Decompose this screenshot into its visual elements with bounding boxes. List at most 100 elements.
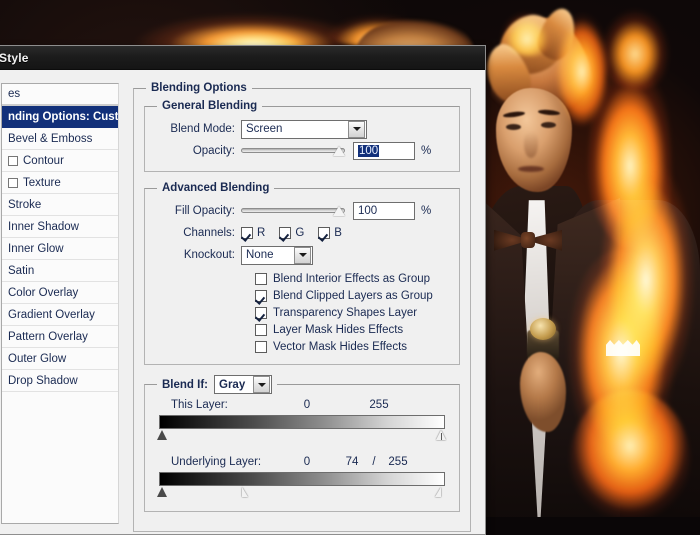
blend-if-group: Blend If: Gray This Layer: 0 255 Underly… bbox=[144, 375, 460, 512]
blend-mode-label: Blend Mode: bbox=[170, 123, 235, 135]
underlying-layer-separator: / bbox=[372, 456, 376, 468]
sidebar-item-label: Pattern Overlay bbox=[8, 330, 88, 343]
layer-mask-hides-effects-checkbox[interactable] bbox=[255, 323, 267, 336]
sidebar-item-label: Contour bbox=[23, 154, 64, 167]
opacity-row: Opacity: 100 % bbox=[155, 140, 449, 162]
blend-if-legend: Blend If: Gray bbox=[157, 375, 277, 394]
channel-b-checkbox[interactable] bbox=[318, 227, 331, 239]
sidebar-item-stroke[interactable]: Stroke bbox=[2, 194, 118, 216]
channel-g[interactable]: G bbox=[279, 227, 304, 239]
fill-opacity-slider[interactable] bbox=[241, 204, 345, 218]
knockout-value: None bbox=[246, 249, 274, 261]
fill-opacity-unit: % bbox=[421, 205, 432, 217]
channel-r[interactable]: R bbox=[241, 227, 265, 239]
sidebar-item-contour[interactable]: Contour bbox=[2, 150, 118, 172]
this-layer-label: This Layer: bbox=[171, 399, 228, 411]
sidebar-item-label: Texture bbox=[23, 176, 61, 189]
nose bbox=[524, 132, 538, 158]
blend-mode-select[interactable]: Screen bbox=[241, 119, 367, 139]
option-label: Blend Clipped Layers as Group bbox=[273, 289, 433, 302]
sidebar-item-bevel-emboss[interactable]: Bevel & Emboss bbox=[2, 128, 118, 150]
fill-opacity-input[interactable]: 100 bbox=[353, 202, 415, 220]
this-layer-slider[interactable] bbox=[157, 415, 447, 441]
sidebar-item-pattern-overlay[interactable]: Pattern Overlay bbox=[2, 326, 118, 348]
bow-tie-knot bbox=[521, 232, 535, 248]
blend-if-select[interactable]: Gray bbox=[214, 375, 272, 394]
this-layer-low-value: 0 bbox=[303, 399, 311, 411]
channel-r-label: R bbox=[257, 227, 266, 239]
sidebar-item-inner-shadow[interactable]: Inner Shadow bbox=[2, 216, 118, 238]
chevron-down-icon[interactable] bbox=[253, 376, 270, 393]
this-layer-gradient bbox=[159, 415, 445, 429]
sidebar-item-drop-shadow[interactable]: Drop Shadow bbox=[2, 370, 118, 392]
fill-opacity-slider-thumb[interactable] bbox=[333, 206, 345, 216]
blend-mode-value: Screen bbox=[246, 123, 283, 135]
sidebar-item-blending-options[interactable]: nding Options: Custom bbox=[2, 106, 118, 128]
option-layer-mask-hides-effects[interactable]: Layer Mask Hides Effects bbox=[255, 321, 449, 338]
vector-mask-hides-effects-checkbox[interactable] bbox=[255, 340, 267, 353]
this-layer-high-handle[interactable] bbox=[436, 430, 447, 441]
opacity-slider[interactable] bbox=[241, 144, 345, 158]
texture-checkbox[interactable] bbox=[8, 177, 18, 188]
sidebar-item-styles[interactable]: es bbox=[2, 84, 118, 106]
fill-opacity-row: Fill Opacity: 100 % bbox=[155, 200, 449, 222]
this-layer-low-handle[interactable] bbox=[157, 430, 168, 441]
option-blend-clipped-layers[interactable]: Blend Clipped Layers as Group bbox=[255, 287, 449, 304]
sidebar-item-label: Gradient Overlay bbox=[8, 308, 95, 321]
sidebar-item-outer-glow[interactable]: Outer Glow bbox=[2, 348, 118, 370]
sidebar-item-label: es bbox=[8, 88, 21, 100]
sidebar-item-label: Outer Glow bbox=[8, 352, 67, 365]
contour-checkbox[interactable] bbox=[8, 155, 18, 166]
this-layer-header: This Layer: 0 255 bbox=[155, 396, 449, 414]
option-vector-mask-hides-effects[interactable]: Vector Mask Hides Effects bbox=[255, 338, 449, 355]
chevron-down-icon[interactable] bbox=[294, 246, 311, 264]
opacity-input[interactable]: 100 bbox=[353, 142, 415, 160]
general-blending-group-label: General Blending bbox=[162, 100, 258, 112]
sidebar-item-inner-glow[interactable]: Inner Glow bbox=[2, 238, 118, 260]
knockout-row: Knockout: None bbox=[155, 244, 449, 266]
this-layer-high-value: 255 bbox=[369, 399, 389, 411]
advanced-blending-group: Advanced Blending Fill Opacity: 100 % Ch… bbox=[144, 182, 460, 365]
chevron-down-icon[interactable] bbox=[348, 120, 365, 138]
channels-label: Channels: bbox=[183, 227, 235, 239]
fill-opacity-slider-track[interactable] bbox=[241, 208, 345, 213]
advanced-blending-group-label: Advanced Blending bbox=[162, 182, 270, 194]
underlying-layer-slider[interactable] bbox=[157, 472, 446, 498]
opacity-value: 100 bbox=[358, 145, 380, 157]
underlying-layer-label: Underlying Layer: bbox=[171, 456, 262, 468]
layer-style-dialog: Style es nding Options: Custom Bevel & E… bbox=[0, 45, 486, 535]
blend-mode-row: Blend Mode: Screen bbox=[155, 118, 449, 140]
option-transparency-shapes-layer[interactable]: Transparency Shapes Layer bbox=[255, 304, 449, 321]
styles-list[interactable]: es nding Options: Custom Bevel & Emboss … bbox=[1, 83, 119, 524]
blending-options-pane: Blending Options General Blending Blend … bbox=[125, 70, 485, 534]
blending-options-group: Blending Options General Blending Blend … bbox=[133, 82, 471, 532]
sidebar-item-label: Inner Shadow bbox=[8, 220, 79, 233]
underlying-layer-high-handle[interactable] bbox=[435, 487, 446, 498]
sidebar-item-color-overlay[interactable]: Color Overlay bbox=[2, 282, 118, 304]
dialog-title: Style bbox=[0, 50, 29, 65]
sidebar-item-gradient-overlay[interactable]: Gradient Overlay bbox=[2, 304, 118, 326]
opacity-slider-thumb[interactable] bbox=[333, 146, 345, 156]
knockout-select[interactable]: None bbox=[241, 245, 313, 265]
channel-r-checkbox[interactable] bbox=[241, 227, 253, 239]
underlying-layer-mid-handle[interactable] bbox=[241, 487, 253, 498]
channel-b-label: B bbox=[334, 227, 342, 239]
sidebar-item-texture[interactable]: Texture bbox=[2, 172, 118, 194]
mouth bbox=[518, 166, 544, 172]
blend-clipped-layers-checkbox[interactable] bbox=[255, 289, 267, 302]
channel-g-checkbox[interactable] bbox=[279, 227, 292, 239]
fill-opacity-label: Fill Opacity: bbox=[174, 205, 235, 217]
blend-interior-effects-checkbox[interactable] bbox=[255, 272, 267, 285]
transparency-shapes-layer-checkbox[interactable] bbox=[255, 306, 267, 319]
channel-b[interactable]: B bbox=[318, 227, 342, 239]
option-blend-interior-effects[interactable]: Blend Interior Effects as Group bbox=[255, 270, 449, 287]
fill-opacity-value: 100 bbox=[358, 205, 378, 217]
opacity-slider-track[interactable] bbox=[241, 148, 345, 153]
sidebar-item-satin[interactable]: Satin bbox=[2, 260, 118, 282]
underlying-layer-low-handle[interactable] bbox=[157, 487, 168, 498]
opacity-unit: % bbox=[421, 145, 432, 157]
dialog-titlebar[interactable]: Style bbox=[0, 46, 485, 70]
blending-options-group-label: Blending Options bbox=[151, 82, 247, 94]
eye-left bbox=[506, 124, 521, 130]
general-blending-group: General Blending Blend Mode: Screen Opac… bbox=[144, 100, 460, 172]
